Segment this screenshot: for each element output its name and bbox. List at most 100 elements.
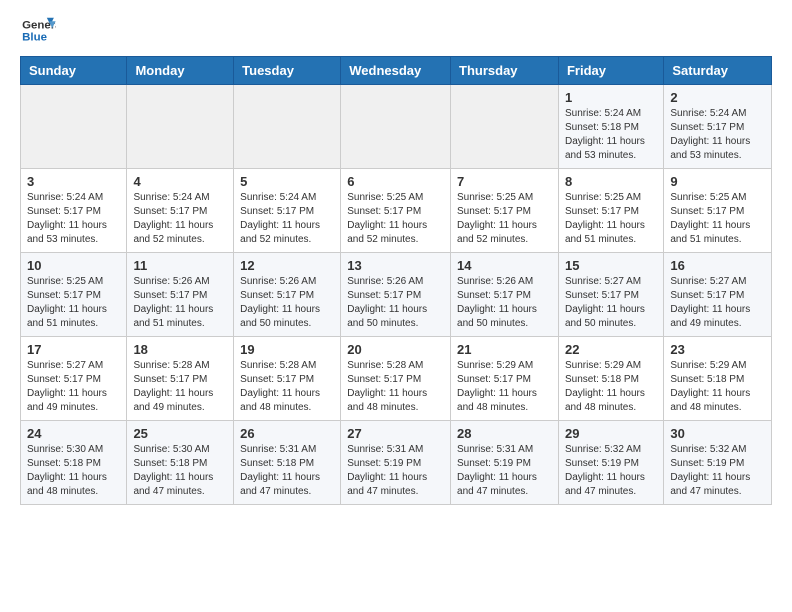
calendar-cell: 28 Sunrise: 5:31 AM Sunset: 5:19 PM Dayli… — [451, 421, 559, 505]
calendar-cell: 6 Sunrise: 5:25 AM Sunset: 5:17 PM Daylig… — [341, 169, 451, 253]
day-info: Sunrise: 5:31 AM Sunset: 5:19 PM Dayligh… — [457, 443, 552, 499]
day-number: 19 — [240, 342, 334, 357]
day-info: Sunrise: 5:31 AM Sunset: 5:19 PM Dayligh… — [347, 443, 444, 499]
calendar-cell: 4 Sunrise: 5:24 AM Sunset: 5:17 PM Daylig… — [127, 169, 234, 253]
day-info: Sunrise: 5:27 AM Sunset: 5:17 PM Dayligh… — [27, 359, 120, 415]
day-of-week-header: Wednesday — [341, 57, 451, 85]
calendar-cell: 23 Sunrise: 5:29 AM Sunset: 5:18 PM Dayli… — [664, 337, 772, 421]
day-number: 22 — [565, 342, 657, 357]
day-number: 14 — [457, 258, 552, 273]
calendar-cell: 21 Sunrise: 5:29 AM Sunset: 5:17 PM Dayli… — [451, 337, 559, 421]
day-info: Sunrise: 5:24 AM Sunset: 5:17 PM Dayligh… — [27, 191, 120, 247]
calendar-cell: 24 Sunrise: 5:30 AM Sunset: 5:18 PM Dayli… — [21, 421, 127, 505]
day-number: 18 — [133, 342, 227, 357]
day-info: Sunrise: 5:24 AM Sunset: 5:18 PM Dayligh… — [565, 107, 657, 163]
day-of-week-header: Friday — [558, 57, 663, 85]
calendar-cell: 17Sunrise: 5:27 AM Sunset: 5:17 PM Dayli… — [21, 337, 127, 421]
day-info: Sunrise: 5:25 AM Sunset: 5:17 PM Dayligh… — [347, 191, 444, 247]
day-number: 25 — [133, 426, 227, 441]
day-number: 27 — [347, 426, 444, 441]
day-number: 29 — [565, 426, 657, 441]
day-number: 15 — [565, 258, 657, 273]
day-info: Sunrise: 5:24 AM Sunset: 5:17 PM Dayligh… — [240, 191, 334, 247]
calendar-cell: 26Sunrise: 5:31 AM Sunset: 5:18 PM Dayli… — [234, 421, 341, 505]
calendar-table: SundayMondayTuesdayWednesdayThursdayFrid… — [20, 56, 772, 505]
calendar-week-row: 24 Sunrise: 5:30 AM Sunset: 5:18 PM Dayli… — [21, 421, 772, 505]
logo-icon: General Blue — [20, 16, 56, 46]
day-number: 20 — [347, 342, 444, 357]
day-info: Sunrise: 5:25 AM Sunset: 5:17 PM Dayligh… — [565, 191, 657, 247]
calendar-cell: 8 Sunrise: 5:25 AM Sunset: 5:17 PM Daylig… — [558, 169, 663, 253]
calendar-cell — [451, 85, 559, 169]
day-number: 1 — [565, 90, 657, 105]
day-number: 30 — [670, 426, 765, 441]
calendar-cell: 14 Sunrise: 5:26 AM Sunset: 5:17 PM Dayli… — [451, 253, 559, 337]
calendar-cell: 16Sunrise: 5:27 AM Sunset: 5:17 PM Dayli… — [664, 253, 772, 337]
calendar-cell: 13 Sunrise: 5:26 AM Sunset: 5:17 PM Dayli… — [341, 253, 451, 337]
day-of-week-header: Thursday — [451, 57, 559, 85]
calendar-cell: 5 Sunrise: 5:24 AM Sunset: 5:17 PM Daylig… — [234, 169, 341, 253]
calendar-week-row: 3 Sunrise: 5:24 AM Sunset: 5:17 PM Daylig… — [21, 169, 772, 253]
day-number: 6 — [347, 174, 444, 189]
day-info: Sunrise: 5:26 AM Sunset: 5:17 PM Dayligh… — [347, 275, 444, 331]
day-number: 9 — [670, 174, 765, 189]
day-number: 11 — [133, 258, 227, 273]
calendar-cell: 22 Sunrise: 5:29 AM Sunset: 5:18 PM Dayli… — [558, 337, 663, 421]
header: General Blue — [20, 16, 772, 46]
day-info: Sunrise: 5:24 AM Sunset: 5:17 PM Dayligh… — [133, 191, 227, 247]
logo: General Blue — [20, 16, 56, 46]
day-info: Sunrise: 5:29 AM Sunset: 5:18 PM Dayligh… — [565, 359, 657, 415]
day-info: Sunrise: 5:29 AM Sunset: 5:17 PM Dayligh… — [457, 359, 552, 415]
day-number: 13 — [347, 258, 444, 273]
day-info: Sunrise: 5:28 AM Sunset: 5:17 PM Dayligh… — [347, 359, 444, 415]
calendar-cell: 1 Sunrise: 5:24 AM Sunset: 5:18 PM Daylig… — [558, 85, 663, 169]
day-number: 10 — [27, 258, 120, 273]
day-info: Sunrise: 5:29 AM Sunset: 5:18 PM Dayligh… — [670, 359, 765, 415]
day-number: 2 — [670, 90, 765, 105]
day-number: 5 — [240, 174, 334, 189]
day-info: Sunrise: 5:26 AM Sunset: 5:17 PM Dayligh… — [457, 275, 552, 331]
calendar-cell: 19 Sunrise: 5:28 AM Sunset: 5:17 PM Dayli… — [234, 337, 341, 421]
day-number: 24 — [27, 426, 120, 441]
day-number: 16 — [670, 258, 765, 273]
day-number: 8 — [565, 174, 657, 189]
page: General Blue SundayMondayTuesdayWednesda… — [0, 0, 792, 525]
day-info: Sunrise: 5:28 AM Sunset: 5:17 PM Dayligh… — [133, 359, 227, 415]
day-number: 26 — [240, 426, 334, 441]
calendar-week-row: 17Sunrise: 5:27 AM Sunset: 5:17 PM Dayli… — [21, 337, 772, 421]
calendar-cell — [21, 85, 127, 169]
day-number: 23 — [670, 342, 765, 357]
calendar-week-row: 1 Sunrise: 5:24 AM Sunset: 5:18 PM Daylig… — [21, 85, 772, 169]
calendar-cell: 7 Sunrise: 5:25 AM Sunset: 5:17 PM Daylig… — [451, 169, 559, 253]
calendar-cell — [234, 85, 341, 169]
day-info: Sunrise: 5:24 AM Sunset: 5:17 PM Dayligh… — [670, 107, 765, 163]
day-info: Sunrise: 5:30 AM Sunset: 5:18 PM Dayligh… — [133, 443, 227, 499]
day-info: Sunrise: 5:28 AM Sunset: 5:17 PM Dayligh… — [240, 359, 334, 415]
day-number: 21 — [457, 342, 552, 357]
day-info: Sunrise: 5:32 AM Sunset: 5:19 PM Dayligh… — [670, 443, 765, 499]
calendar-cell: 29 Sunrise: 5:32 AM Sunset: 5:19 PM Dayli… — [558, 421, 663, 505]
day-number: 3 — [27, 174, 120, 189]
day-info: Sunrise: 5:25 AM Sunset: 5:17 PM Dayligh… — [27, 275, 120, 331]
day-info: Sunrise: 5:26 AM Sunset: 5:17 PM Dayligh… — [133, 275, 227, 331]
day-number: 28 — [457, 426, 552, 441]
day-number: 4 — [133, 174, 227, 189]
day-number: 7 — [457, 174, 552, 189]
day-of-week-header: Saturday — [664, 57, 772, 85]
calendar-cell — [127, 85, 234, 169]
day-info: Sunrise: 5:30 AM Sunset: 5:18 PM Dayligh… — [27, 443, 120, 499]
day-info: Sunrise: 5:27 AM Sunset: 5:17 PM Dayligh… — [565, 275, 657, 331]
day-of-week-header: Monday — [127, 57, 234, 85]
calendar-cell: 20 Sunrise: 5:28 AM Sunset: 5:17 PM Dayli… — [341, 337, 451, 421]
calendar-cell: 12Sunrise: 5:26 AM Sunset: 5:17 PM Dayli… — [234, 253, 341, 337]
day-of-week-header: Tuesday — [234, 57, 341, 85]
day-number: 12 — [240, 258, 334, 273]
day-info: Sunrise: 5:25 AM Sunset: 5:17 PM Dayligh… — [670, 191, 765, 247]
calendar-cell: 27 Sunrise: 5:31 AM Sunset: 5:19 PM Dayli… — [341, 421, 451, 505]
calendar-cell: 3 Sunrise: 5:24 AM Sunset: 5:17 PM Daylig… — [21, 169, 127, 253]
day-info: Sunrise: 5:32 AM Sunset: 5:19 PM Dayligh… — [565, 443, 657, 499]
svg-text:Blue: Blue — [22, 32, 47, 44]
calendar-week-row: 10 Sunrise: 5:25 AM Sunset: 5:17 PM Dayli… — [21, 253, 772, 337]
calendar-cell: 18 Sunrise: 5:28 AM Sunset: 5:17 PM Dayli… — [127, 337, 234, 421]
day-info: Sunrise: 5:25 AM Sunset: 5:17 PM Dayligh… — [457, 191, 552, 247]
